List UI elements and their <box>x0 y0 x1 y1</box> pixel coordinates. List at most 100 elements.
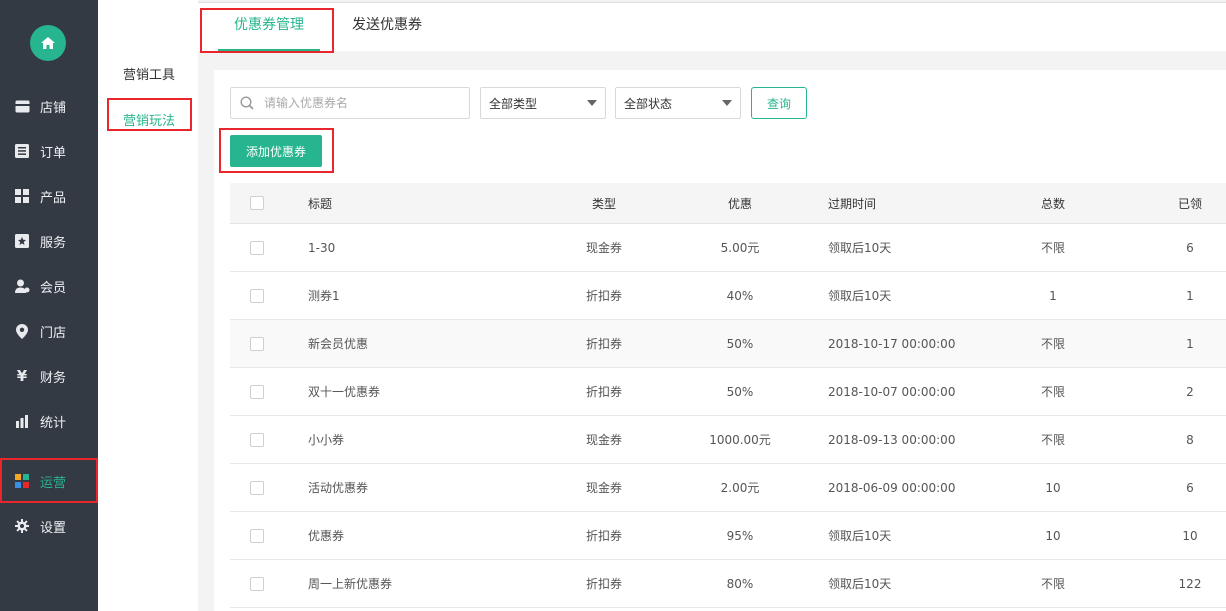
row-checkbox-cell <box>250 224 264 271</box>
nav-item-members[interactable]: 会员 <box>0 266 98 306</box>
nav-label: 财务 <box>40 370 67 386</box>
cell-expiry: 2018-09-13 00:00:00 <box>828 432 956 447</box>
row-checkbox-cell <box>250 416 264 463</box>
nav-item-finance[interactable]: ¥ 财务 <box>0 356 98 396</box>
gear-icon <box>14 518 30 534</box>
cell-title: 测券1 <box>308 289 340 303</box>
cell-type: 折扣券 <box>585 577 622 591</box>
nav-item-orders[interactable]: 订单 <box>0 131 98 171</box>
cell-total: 10 <box>1045 480 1061 495</box>
cell-title: 小小券 <box>308 433 345 447</box>
cell-expiry: 领取后10天 <box>828 289 892 303</box>
nav-item-operations[interactable]: 运营 <box>0 461 98 501</box>
tab-bar: 优惠券管理 发送优惠券 <box>198 2 1226 51</box>
cell-claimed: 6 <box>1186 480 1194 495</box>
table-row: 小小券 现金券 1000.00元 2018-09-13 00:00:00 不限 8 <box>230 416 1226 464</box>
table-row: 活动优惠券 现金券 2.00元 2018-06-09 00:00:00 10 6 <box>230 464 1226 512</box>
header-claimed: 已领 <box>1177 196 1202 211</box>
member-icon <box>14 278 30 294</box>
home-icon[interactable] <box>30 25 66 61</box>
cell-title: 周一上新优惠券 <box>308 577 393 591</box>
add-coupon-button[interactable]: 添加优惠券 <box>230 135 322 167</box>
cell-claimed: 8 <box>1186 432 1194 447</box>
row-checkbox[interactable] <box>250 576 264 591</box>
nav-item-stats[interactable]: 统计 <box>0 401 98 441</box>
table-row: 周一上新优惠券 折扣券 80% 领取后10天 不限 122 <box>230 560 1226 608</box>
subnav-title: 营销工具 <box>123 68 176 83</box>
row-checkbox[interactable] <box>250 288 264 303</box>
service-icon <box>14 233 30 249</box>
cell-type: 现金券 <box>585 481 622 495</box>
tab-coupon-management[interactable]: 优惠券管理 <box>234 3 304 51</box>
cell-total: 不限 <box>1040 337 1065 351</box>
operations-icon <box>14 473 30 489</box>
query-button[interactable]: 查询 <box>751 87 807 119</box>
cell-claimed: 1 <box>1186 336 1194 351</box>
row-checkbox-cell <box>250 320 264 367</box>
cell-title: 双十一优惠券 <box>308 385 381 399</box>
bar-stats-icon <box>14 413 30 429</box>
select-all-checkbox[interactable] <box>250 196 264 210</box>
type-select[interactable]: 全部类型 <box>480 87 606 119</box>
nav-label: 服务 <box>40 235 67 251</box>
row-checkbox[interactable] <box>250 336 264 351</box>
row-checkbox-cell <box>250 368 264 415</box>
row-checkbox[interactable] <box>250 384 264 399</box>
table-row: 测券1 折扣券 40% 领取后10天 1 1 <box>230 272 1226 320</box>
nav-label: 店铺 <box>40 100 67 116</box>
cell-total: 不限 <box>1040 577 1065 591</box>
cell-title: 优惠券 <box>308 529 345 543</box>
nav-item-stores[interactable]: 门店 <box>0 311 98 351</box>
tab-send-coupon[interactable]: 发送优惠券 <box>352 3 422 51</box>
header-expiry: 过期时间 <box>828 196 877 211</box>
subnav-item-marketing[interactable]: 营销玩法 <box>123 110 175 129</box>
row-checkbox-cell <box>250 560 264 607</box>
tab-active-indicator <box>218 49 320 51</box>
cell-expiry: 领取后10天 <box>828 241 892 255</box>
header-type: 类型 <box>591 196 616 211</box>
cell-type: 现金券 <box>585 433 622 447</box>
nav-item-products[interactable]: 产品 <box>0 176 98 216</box>
cell-total: 不限 <box>1040 241 1065 255</box>
nav-label: 统计 <box>40 415 67 431</box>
cell-discount: 50% <box>726 384 754 399</box>
chevron-down-icon <box>587 100 597 106</box>
cell-expiry: 领取后10天 <box>828 529 892 543</box>
cell-type: 折扣券 <box>585 337 622 351</box>
cell-type: 折扣券 <box>585 529 622 543</box>
nav-label: 设置 <box>40 520 67 536</box>
cell-title: 活动优惠券 <box>308 481 369 495</box>
row-checkbox[interactable] <box>250 528 264 543</box>
nav-label: 订单 <box>40 145 67 161</box>
row-checkbox-cell <box>250 272 264 319</box>
cell-total: 不限 <box>1040 385 1065 399</box>
status-select[interactable]: 全部状态 <box>615 87 741 119</box>
row-checkbox[interactable] <box>250 480 264 495</box>
row-checkbox[interactable] <box>250 240 264 255</box>
shop-icon <box>14 98 30 114</box>
header-discount: 优惠 <box>727 196 752 211</box>
nav-item-settings[interactable]: 设置 <box>0 506 98 546</box>
nav-label: 产品 <box>40 190 67 206</box>
nav-item-service[interactable]: 服务 <box>0 221 98 261</box>
nav-item-shop[interactable]: 店铺 <box>0 86 98 126</box>
cell-type: 折扣券 <box>585 289 622 303</box>
cell-total: 不限 <box>1040 433 1065 447</box>
select-all-cell <box>250 183 264 223</box>
row-checkbox[interactable] <box>250 432 264 447</box>
row-checkbox-cell <box>250 464 264 511</box>
search-input[interactable] <box>264 96 454 110</box>
search-icon <box>240 96 256 110</box>
cell-discount: 80% <box>726 576 754 591</box>
cell-discount: 50% <box>726 336 754 351</box>
row-checkbox-cell <box>250 512 264 559</box>
cell-total: 1 <box>1049 288 1057 303</box>
cell-claimed: 122 <box>1178 576 1202 591</box>
cell-discount: 1000.00元 <box>709 433 771 447</box>
cell-claimed: 1 <box>1186 288 1194 303</box>
cell-title: 新会员优惠 <box>308 337 369 351</box>
cell-expiry: 2018-10-17 00:00:00 <box>828 336 956 351</box>
search-box[interactable] <box>230 87 470 119</box>
cell-discount: 5.00元 <box>720 241 760 255</box>
cell-claimed: 10 <box>1182 528 1198 543</box>
